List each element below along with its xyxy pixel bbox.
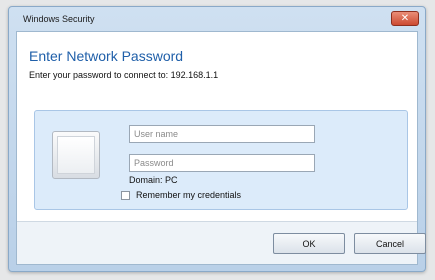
cancel-button[interactable]: Cancel xyxy=(354,233,426,254)
credential-panel: Domain: PC Remember my credentials xyxy=(34,110,408,210)
windows-security-dialog: Windows Security ✕ Enter Network Passwor… xyxy=(8,6,426,272)
remember-credentials-row[interactable]: Remember my credentials xyxy=(121,190,241,200)
user-tile-frame xyxy=(57,136,95,174)
ok-button[interactable]: OK xyxy=(273,233,345,254)
dialog-instructions: Enter your password to connect to: 192.1… xyxy=(29,70,219,80)
dialog-body: Enter Network Password Enter your passwo… xyxy=(16,31,426,265)
button-bar: OK Cancel xyxy=(17,221,426,264)
window-title: Windows Security xyxy=(23,14,95,24)
dialog-heading: Enter Network Password xyxy=(29,48,184,64)
user-tile-icon xyxy=(52,131,100,179)
username-input[interactable] xyxy=(129,125,315,143)
domain-label: Domain: PC xyxy=(129,175,178,185)
title-bar[interactable]: Windows Security ✕ xyxy=(9,7,425,31)
remember-credentials-checkbox[interactable] xyxy=(121,190,130,200)
close-button[interactable]: ✕ xyxy=(391,11,419,26)
close-icon: ✕ xyxy=(400,12,410,24)
password-input[interactable] xyxy=(129,154,315,172)
remember-credentials-label: Remember my credentials xyxy=(136,190,242,200)
